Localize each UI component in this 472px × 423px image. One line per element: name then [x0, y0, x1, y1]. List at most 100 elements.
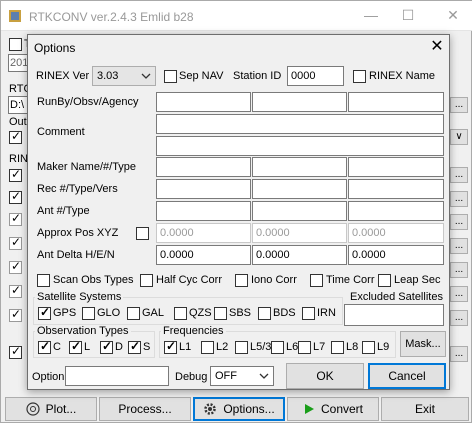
station-id-input[interactable]: 0000 — [287, 66, 344, 86]
runby-label: RunBy/Obsv/Agency — [37, 96, 139, 108]
frequency-checkbox-l6[interactable] — [271, 341, 284, 354]
rec-number-input[interactable] — [156, 179, 251, 199]
browse-button-6[interactable]: ... — [450, 262, 468, 278]
dropdown-button-1[interactable]: ∨ — [450, 129, 468, 145]
scan-obs-checkbox[interactable] — [37, 274, 50, 287]
comment-input-2[interactable] — [156, 136, 444, 156]
option-input[interactable] — [65, 366, 169, 386]
dialog-close-icon[interactable]: ✕ — [427, 37, 447, 57]
marker-name-input[interactable] — [156, 157, 251, 177]
browse-button-9[interactable]: ... — [450, 346, 468, 362]
half-cyc-checkbox[interactable] — [140, 274, 153, 287]
sep-nav-checkbox[interactable] — [164, 70, 177, 83]
output-checkbox-7[interactable] — [9, 283, 22, 298]
frequency-checkbox-l2[interactable] — [201, 341, 214, 354]
output-checkbox-4[interactable] — [9, 211, 22, 226]
ok-button[interactable]: OK — [286, 363, 364, 389]
browse-button-1[interactable]: ... — [450, 97, 468, 113]
leap-sec-checkbox[interactable] — [378, 274, 391, 287]
debug-value: OFF — [215, 370, 237, 382]
convert-button[interactable]: Convert — [287, 397, 379, 421]
rinex-ver-select[interactable]: 3.03 — [92, 66, 156, 86]
output-checkbox-6[interactable] — [9, 259, 22, 274]
iono-corr-checkbox[interactable] — [235, 274, 248, 287]
satellite-system-checkbox-qzs[interactable] — [174, 307, 187, 320]
plot-icon — [26, 402, 40, 416]
browse-button-3[interactable]: ... — [450, 191, 468, 207]
options-button[interactable]: Options... — [193, 397, 285, 421]
output-checkbox-8[interactable] — [9, 307, 22, 322]
observation-type-checkbox-l[interactable] — [69, 339, 82, 354]
ant-type-input[interactable] — [252, 201, 347, 221]
process-button[interactable]: Process... — [99, 397, 191, 421]
rec-type-input[interactable] — [252, 179, 347, 199]
output-checkbox-3[interactable] — [9, 189, 22, 204]
ant-extra-input[interactable] — [348, 201, 444, 221]
date-field[interactable]: 201 — [8, 54, 28, 72]
debug-select[interactable]: OFF — [210, 366, 274, 386]
approx-pos-y-input[interactable]: 0.0000 — [252, 223, 347, 243]
frequency-checkbox-l1[interactable] — [164, 339, 177, 354]
ant-number-input[interactable] — [156, 201, 251, 221]
time-start-checkbox[interactable] — [9, 38, 22, 51]
frequency-label: L1 — [179, 341, 192, 353]
frequency-checkbox-l53[interactable] — [235, 341, 248, 354]
browse-button-5[interactable]: ... — [450, 238, 468, 254]
rinex-ver-value: 3.03 — [97, 70, 119, 82]
rec-version-input[interactable] — [348, 179, 444, 199]
marker-number-input[interactable] — [252, 157, 347, 177]
browse-button-2[interactable]: ... — [450, 167, 468, 183]
comment-input-1[interactable] — [156, 114, 444, 134]
marker-type-input[interactable] — [348, 157, 444, 177]
approx-pos-checkbox[interactable] — [136, 227, 149, 240]
frequency-label: L2 — [216, 341, 229, 353]
plot-button-label: Plot... — [45, 402, 77, 416]
output-checkbox-5[interactable] — [9, 235, 22, 250]
observation-type-label: C — [53, 341, 61, 353]
chevron-down-icon — [259, 373, 269, 379]
browse-button-7[interactable]: ... — [450, 286, 468, 302]
satellite-system-checkbox-gal[interactable] — [127, 307, 140, 320]
observation-type-checkbox-s[interactable] — [128, 339, 141, 354]
maximize-button[interactable]: ☐ — [398, 7, 418, 24]
observation-type-checkbox-c[interactable] — [38, 339, 51, 354]
plot-button[interactable]: Plot... — [5, 397, 97, 421]
mask-button[interactable]: Mask... — [400, 331, 446, 357]
output-checkbox-9[interactable] — [9, 344, 22, 359]
browse-button-4[interactable]: ... — [450, 214, 468, 230]
browse-button-8[interactable]: ... — [450, 310, 468, 326]
options-button-label: Options... — [223, 402, 275, 416]
satellite-system-label: SBS — [229, 307, 252, 319]
ant-delta-n-input[interactable]: 0.0000 — [348, 245, 444, 265]
satellite-system-checkbox-glo[interactable] — [82, 307, 95, 320]
agency-input[interactable] — [348, 92, 444, 112]
ant-delta-e-input[interactable]: 0.0000 — [252, 245, 347, 265]
input-file-field[interactable]: D:\ — [8, 96, 28, 114]
cancel-button[interactable]: Cancel — [368, 363, 446, 389]
main-titlebar: RTKCONV ver.2.4.3 Emlid b28 — ☐ ✕ — [1, 1, 472, 31]
close-window-button[interactable]: ✕ — [443, 7, 463, 24]
ant-delta-h-input[interactable]: 0.0000 — [156, 245, 251, 265]
satellite-system-checkbox-sbs[interactable] — [214, 307, 227, 320]
rinex-label: RIN — [9, 153, 28, 165]
satellite-system-label: GAL — [142, 307, 165, 319]
frequency-checkbox-l8[interactable] — [331, 341, 344, 354]
frequency-checkbox-l7[interactable] — [298, 341, 311, 354]
observer-input[interactable] — [252, 92, 347, 112]
approx-pos-z-input[interactable]: 0.0000 — [348, 223, 444, 243]
runby-input[interactable] — [156, 92, 251, 112]
output-checkbox-2[interactable] — [9, 167, 22, 182]
minimize-button[interactable]: — — [361, 7, 381, 23]
approx-pos-x-input[interactable]: 0.0000 — [156, 223, 251, 243]
observation-type-checkbox-d[interactable] — [100, 339, 113, 354]
rinex-name-checkbox[interactable] — [353, 70, 366, 83]
output-checkbox-1[interactable] — [9, 129, 22, 144]
time-corr-checkbox[interactable] — [310, 274, 323, 287]
exit-button[interactable]: Exit — [381, 397, 469, 421]
satellite-system-checkbox-gps[interactable] — [38, 305, 51, 320]
excluded-satellites-input[interactable] — [344, 304, 444, 326]
ant-delta-label: Ant Delta H/E/N — [37, 249, 115, 261]
satellite-system-checkbox-irn[interactable] — [302, 307, 315, 320]
frequency-checkbox-l9[interactable] — [362, 341, 375, 354]
satellite-system-checkbox-bds[interactable] — [258, 307, 271, 320]
